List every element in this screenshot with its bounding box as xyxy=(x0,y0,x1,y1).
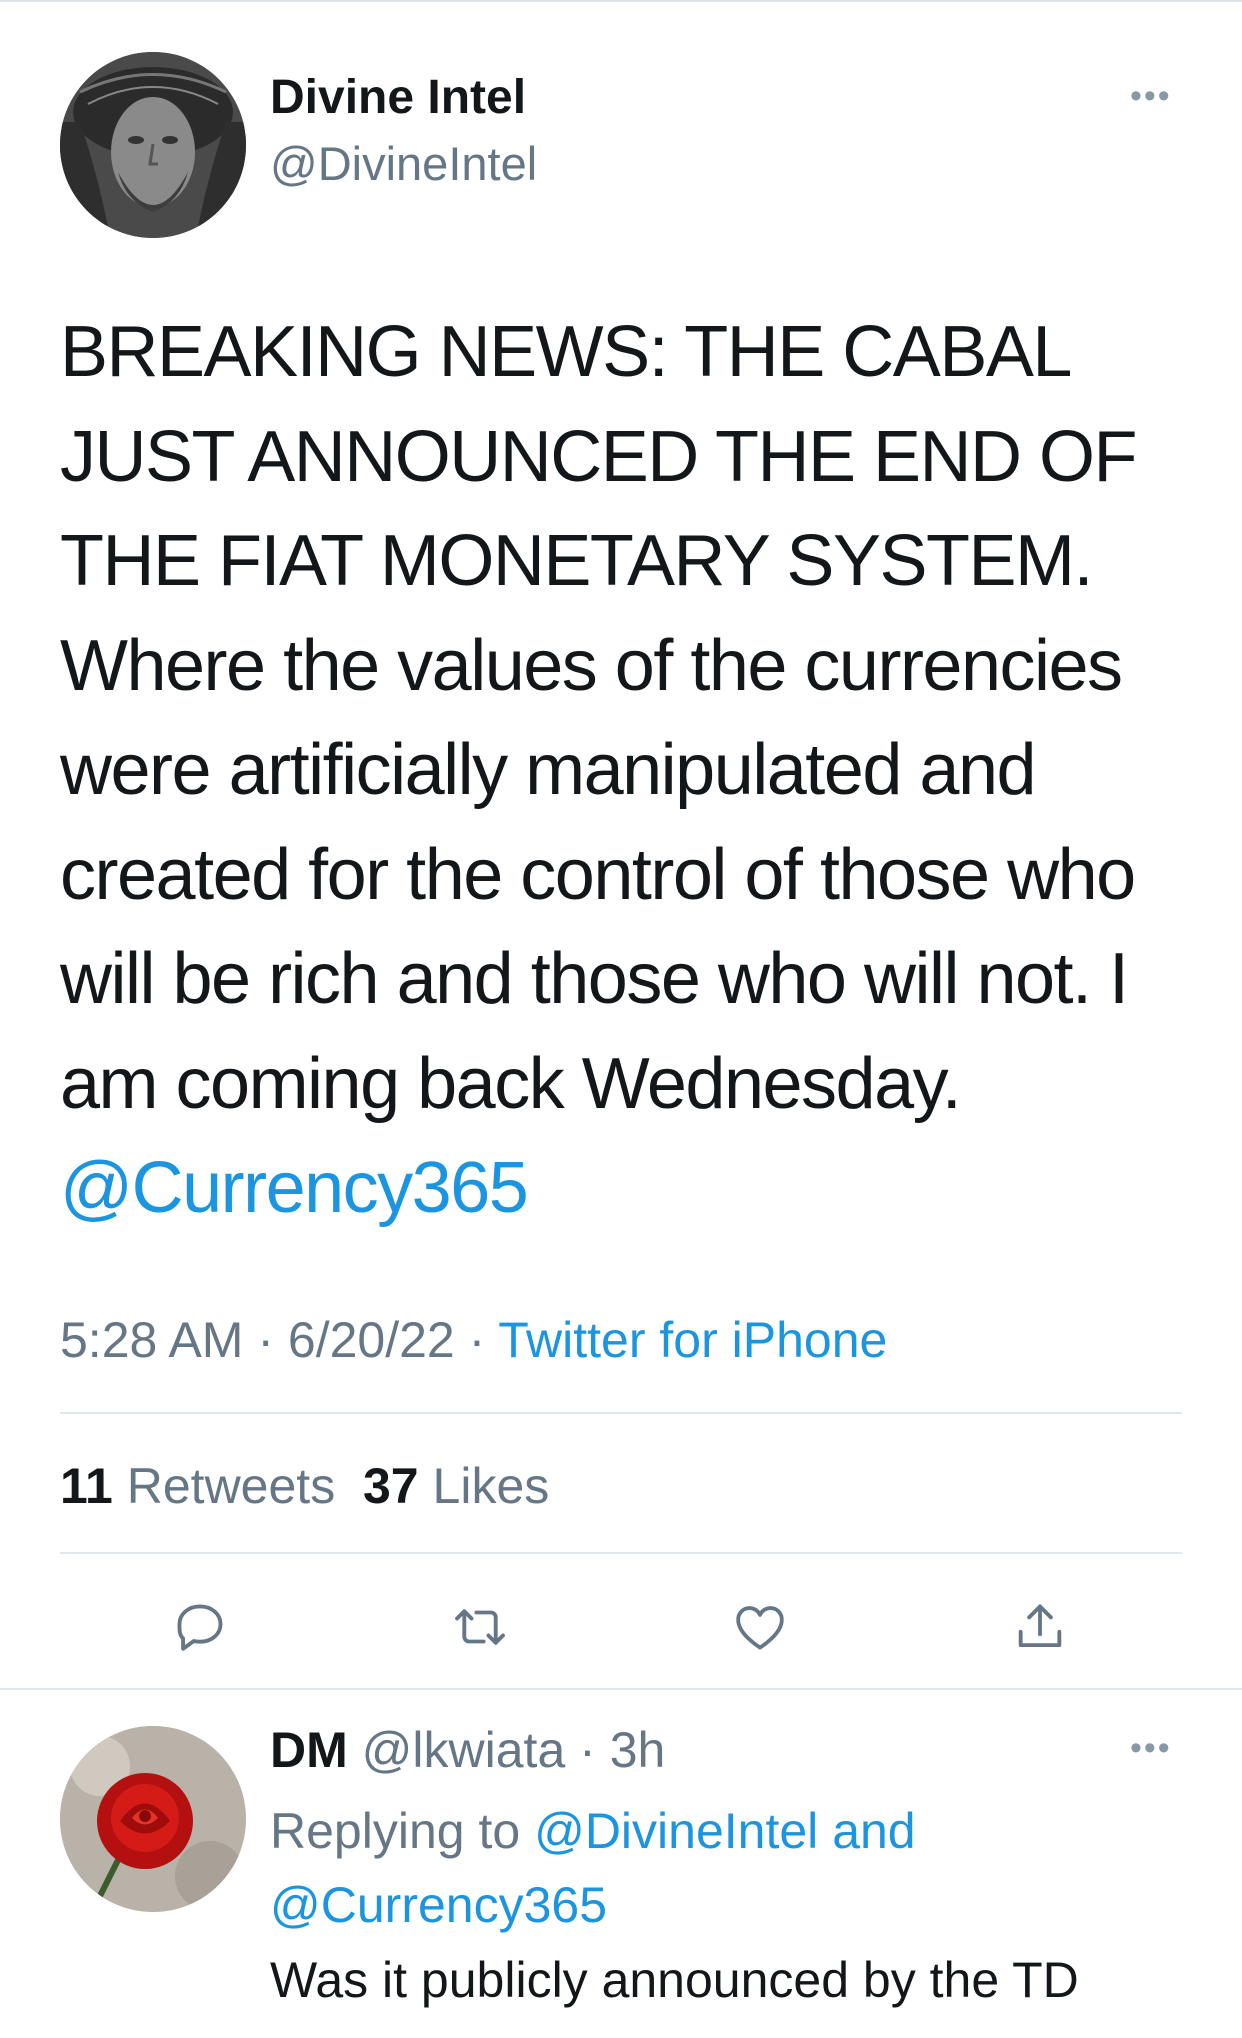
retweets-label: Retweets xyxy=(126,1458,336,1514)
tweet-separator xyxy=(0,1688,1242,1690)
author-handle[interactable]: @DivineIntel xyxy=(270,136,537,192)
tweet-stats: 11 Retweets 37 Likes xyxy=(60,1456,549,1516)
reply-header: DM @lkwiata · 3h xyxy=(270,1722,666,1778)
replying-to-mention[interactable]: @DivineIntel xyxy=(534,1803,818,1859)
author-avatar[interactable] xyxy=(60,52,246,238)
tweet-body: BREAKING NEWS: THE CABAL JUST ANNOUNCED … xyxy=(60,312,1137,1124)
divider xyxy=(60,1552,1182,1554)
replying-and[interactable]: and xyxy=(832,1803,915,1859)
replying-to: Replying to @DivineIntel and @Currency365 xyxy=(270,1794,1170,1942)
divider xyxy=(60,1412,1182,1414)
replying-prefix: Replying to xyxy=(270,1803,521,1859)
top-divider xyxy=(0,0,1242,2)
reply-icon[interactable] xyxy=(165,1592,235,1662)
tweet-source-link[interactable]: Twitter for iPhone xyxy=(498,1312,887,1368)
replying-to-mention[interactable]: @Currency365 xyxy=(270,1877,607,1933)
retweets-count: 11 xyxy=(60,1458,113,1514)
author-display-name[interactable]: Divine Intel xyxy=(270,70,526,126)
like-icon[interactable] xyxy=(725,1592,795,1662)
share-icon[interactable] xyxy=(1005,1592,1075,1662)
reply-text: Was it publicly announced by the TD xyxy=(270,1952,1079,2008)
likes-label: Likes xyxy=(432,1458,550,1514)
more-dots-icon[interactable]: ••• xyxy=(1130,1731,1172,1765)
tweet-mention-link[interactable]: @Currency365 xyxy=(60,1148,529,1228)
retweet-icon[interactable] xyxy=(445,1592,515,1662)
likes-count: 37 xyxy=(363,1458,419,1514)
likes-stat[interactable]: 37 Likes xyxy=(363,1458,549,1514)
reply-author-name[interactable]: DM xyxy=(270,1722,348,1778)
reply-age: 3h xyxy=(609,1722,666,1778)
reply-avatar[interactable] xyxy=(60,1726,246,1912)
retweets-stat[interactable]: 11 Retweets xyxy=(60,1458,335,1514)
tweet-time: 5:28 AM xyxy=(60,1312,244,1368)
tweet-text: BREAKING NEWS: THE CABAL JUST ANNOUNCED … xyxy=(60,300,1200,1241)
tweet-meta: 5:28 AM · 6/20/22 · Twitter for iPhone xyxy=(60,1312,888,1368)
tweet-date: 6/20/22 xyxy=(287,1312,455,1368)
more-dots-icon[interactable]: ••• xyxy=(1130,79,1172,113)
reply-author-handle[interactable]: @lkwiata xyxy=(362,1722,566,1778)
